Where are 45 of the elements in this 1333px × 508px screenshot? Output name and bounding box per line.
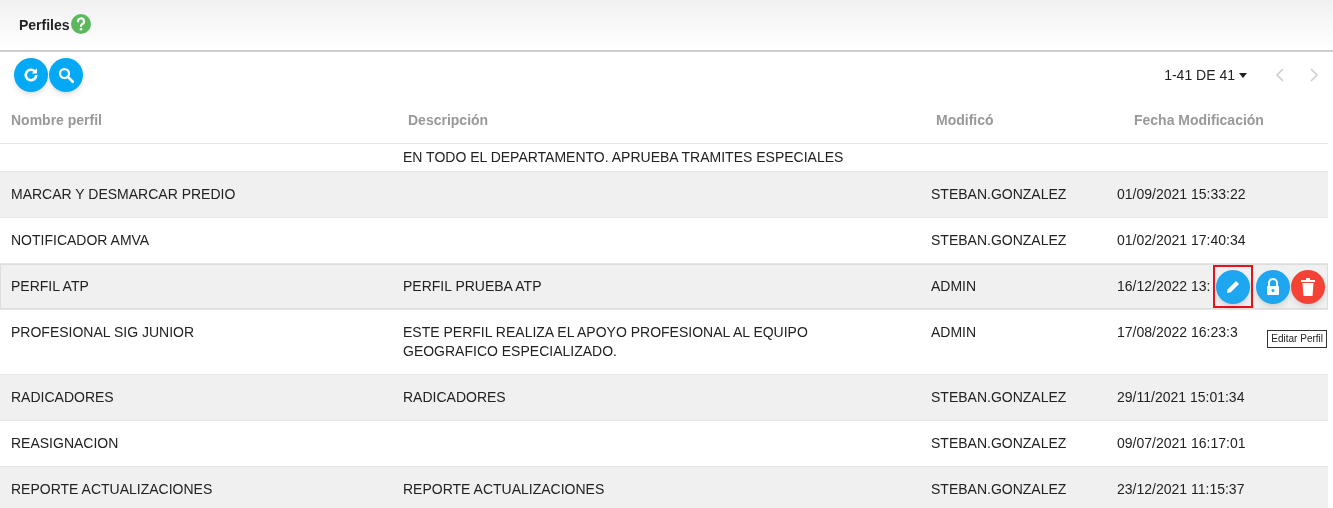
table-cell: PERFIL PRUEBA ATP (403, 278, 542, 294)
help-icon[interactable] (70, 13, 91, 34)
table-cell: NOTIFICADOR AMVA (11, 232, 150, 248)
table-cell: ESTE PERFIL REALIZA EL APOYO PROFESIONAL AL EQUIPO GEOGRAFICO ESPECIALIZADO. (403, 324, 808, 359)
table-cell: 23/12/2021 11:15:37 (1117, 481, 1245, 497)
search-button[interactable] (49, 58, 83, 92)
table-cell: STEBAN.GONZALEZ (931, 389, 1067, 405)
refresh-button[interactable] (14, 58, 48, 92)
tooltip: Editar Perfil (1267, 330, 1327, 348)
table-row[interactable]: MARCAR Y DESMARCAR PREDIO STEBAN.GONZALEZ 01/09/2021 15:33:22 (0, 172, 1328, 218)
table-cell: 29/11/2021 15:01:34 (1117, 389, 1245, 405)
table-cell: EN TODO EL DEPARTAMENTO. APRUEBA TRAMITES ESPECIALES (403, 149, 844, 165)
trash-icon (1301, 277, 1315, 296)
previous-page-icon[interactable] (1275, 68, 1285, 82)
table-row[interactable]: PERFIL ATP PERFIL PRUEBA ATP ADMIN 16/12/2022 13: (0, 264, 1328, 310)
table-cell: 16/12/2022 13: (1117, 278, 1211, 294)
delete-button[interactable] (1291, 269, 1325, 304)
table-row[interactable]: RADICADORES RADICADORES STEBAN.GONZALEZ 29/11/2021 15:01:34 (0, 375, 1328, 421)
table-cell: STEBAN.GONZALEZ (931, 435, 1067, 451)
table-cell: STEBAN.GONZALEZ (931, 481, 1067, 497)
table-cell: STEBAN.GONZALEZ (931, 186, 1067, 202)
next-page-icon[interactable] (1309, 68, 1319, 82)
table-cell: ADMIN (931, 278, 977, 294)
caret-icon (1239, 72, 1247, 78)
pagination-dropdown[interactable]: 1-41 DE 41 (1164, 64, 1247, 86)
table-cell: ADMIN (931, 324, 977, 340)
table-cell: RADICADORES (11, 389, 114, 405)
table-cell: REPORTE ACTUALIZACIONES (11, 481, 213, 497)
lock-icon (1265, 277, 1281, 296)
table-cell: 09/07/2021 16:17:01 (1117, 435, 1246, 451)
table-cell: REASIGNACION (11, 435, 119, 451)
table-cell: RADICADORES (403, 389, 506, 405)
search-icon (57, 66, 75, 84)
refresh-icon (22, 66, 40, 84)
table-cell: REPORTE ACTUALIZACIONES (403, 481, 605, 497)
table-cell: STEBAN.GONZALEZ (931, 232, 1067, 248)
table-cell: MARCAR Y DESMARCAR PREDIO (11, 186, 236, 202)
permissions-button[interactable] (1256, 269, 1290, 304)
table-cell: 17/08/2022 16:23:3 (1117, 324, 1238, 340)
table-cell: 01/02/2021 17:40:34 (1117, 232, 1246, 248)
page-title: Perfiles (19, 15, 70, 35)
table-cell: PERFIL ATP (11, 278, 89, 294)
table-cell: PROFESIONAL SIG JUNIOR (11, 324, 195, 340)
table-row[interactable]: REPORTE ACTUALIZACIONES REPORTE ACTUALIZACIONES STEBAN.GONZALEZ 23/12/2021 11:15:37 (0, 467, 1328, 508)
table-cell: 01/09/2021 15:33:22 (1117, 186, 1246, 202)
